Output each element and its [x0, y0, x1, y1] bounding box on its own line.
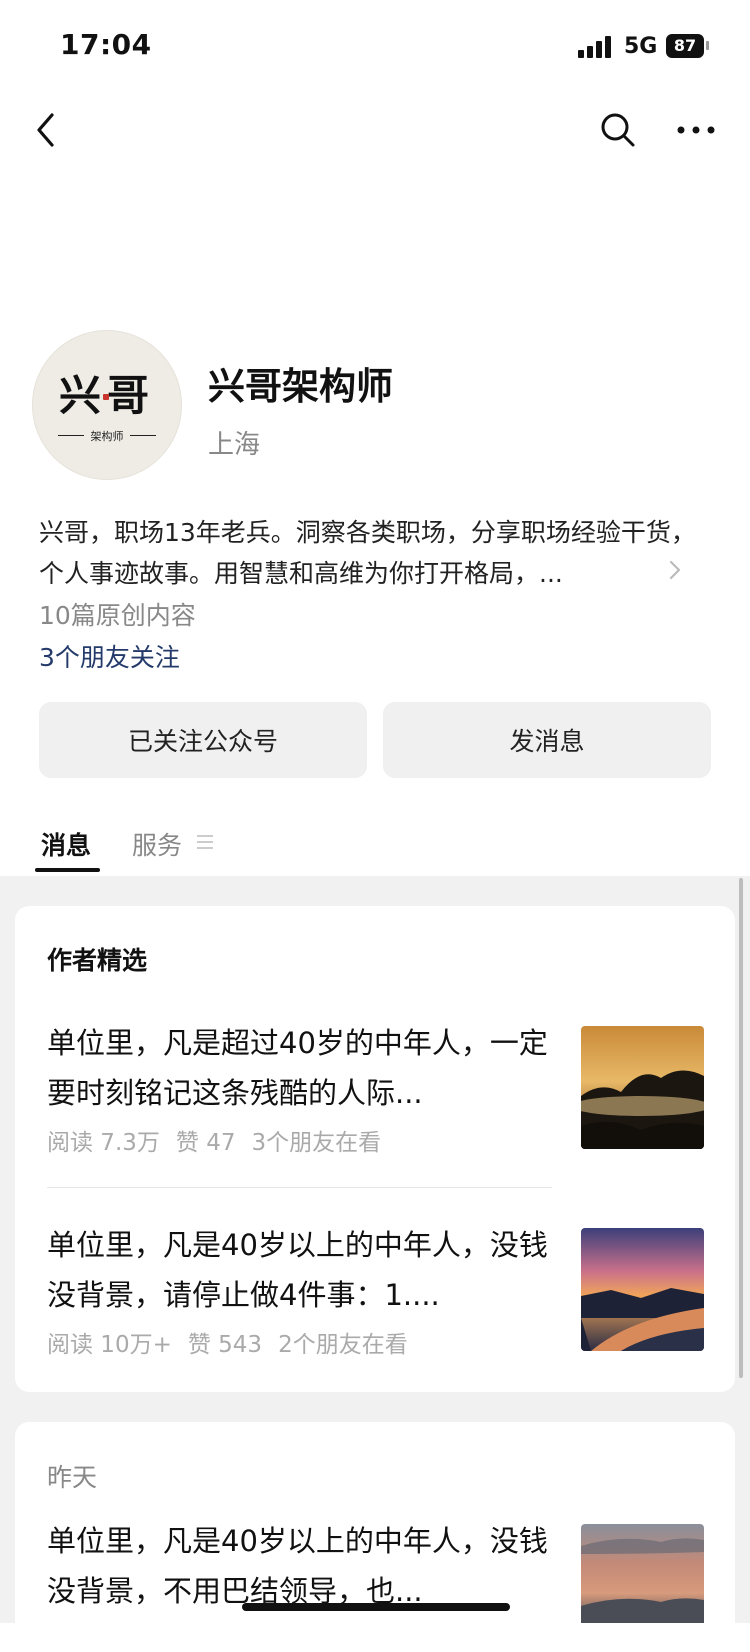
send-message-button[interactable]: 发消息 [383, 702, 711, 778]
article-thumbnail[interactable] [581, 1228, 704, 1351]
menu-icon[interactable] [196, 833, 214, 851]
followed-button[interactable]: 已关注公众号 [39, 702, 367, 778]
chevron-right-icon [669, 560, 681, 580]
article-meta: 阅读 7.3万赞 47 3个朋友在看 [47, 1123, 397, 1157]
more-horizontal-icon [677, 126, 715, 134]
account-location: 上海 [208, 430, 261, 460]
home-indicator[interactable] [242, 1603, 510, 1611]
chevron-left-icon [37, 113, 54, 147]
friends-reading: 3个朋友在看 [251, 1130, 382, 1156]
avatar-rule-right [130, 435, 156, 436]
article-title[interactable]: 单位里，凡是40岁以上的中年人，没钱没背景，请停止做4件事：1.... [47, 1220, 557, 1320]
date-label: 昨天 [47, 1463, 98, 1492]
search-icon [601, 113, 635, 147]
search-button[interactable] [598, 110, 638, 150]
status-time: 17:04 [60, 28, 152, 61]
like-count: 赞 543 [187, 1332, 263, 1358]
avatar[interactable]: 兴哥 架构师 [32, 330, 182, 480]
battery-cap [706, 41, 709, 50]
read-count: 阅读 10万+ [47, 1332, 172, 1358]
back-button[interactable] [28, 110, 68, 150]
friends-following-link[interactable]: 3个朋友关注 [39, 638, 180, 674]
article-thumbnail[interactable] [581, 1026, 704, 1149]
original-count[interactable]: 10篇原创内容 [39, 596, 196, 632]
featured-title: 作者精选 [47, 946, 148, 975]
divider [47, 1187, 552, 1188]
tab-messages[interactable]: 消息 [41, 826, 91, 862]
network-label: 5G [624, 34, 658, 59]
like-count: 赞 47 [175, 1130, 236, 1156]
avatar-seal [103, 394, 109, 400]
signal-icon [578, 36, 614, 58]
article-meta: 阅读 10万+ 赞 543 2个朋友在看 [47, 1325, 424, 1359]
account-bio[interactable]: 兴哥，职场13年老兵。洞察各类职场，分享职场经验干货，个人事迹故事。用智慧和高维… [39, 512, 704, 594]
article-title[interactable]: 单位里，凡是40岁以上的中年人，没钱没背景，不用巴结领导，也... [47, 1516, 557, 1616]
more-button[interactable] [674, 110, 718, 150]
article-thumbnail[interactable] [581, 1524, 704, 1623]
friends-reading: 2个朋友在看 [278, 1332, 408, 1358]
battery-icon: 87 [666, 34, 704, 58]
avatar-logo-subtitle: 架构师 [90, 430, 124, 443]
scrollbar[interactable] [739, 878, 743, 1378]
tab-services[interactable]: 服务 [132, 826, 182, 862]
read-count: 阅读 7.3万 [47, 1130, 160, 1156]
tab-active-indicator [35, 868, 100, 872]
bio-expand-icon[interactable] [668, 560, 682, 580]
article-title[interactable]: 单位里，凡是超过40岁的中年人，一定要时刻铭记这条残酷的人际... [47, 1018, 557, 1118]
avatar-logo-text: 兴哥 [58, 371, 155, 420]
account-name: 兴哥架构师 [208, 365, 393, 408]
